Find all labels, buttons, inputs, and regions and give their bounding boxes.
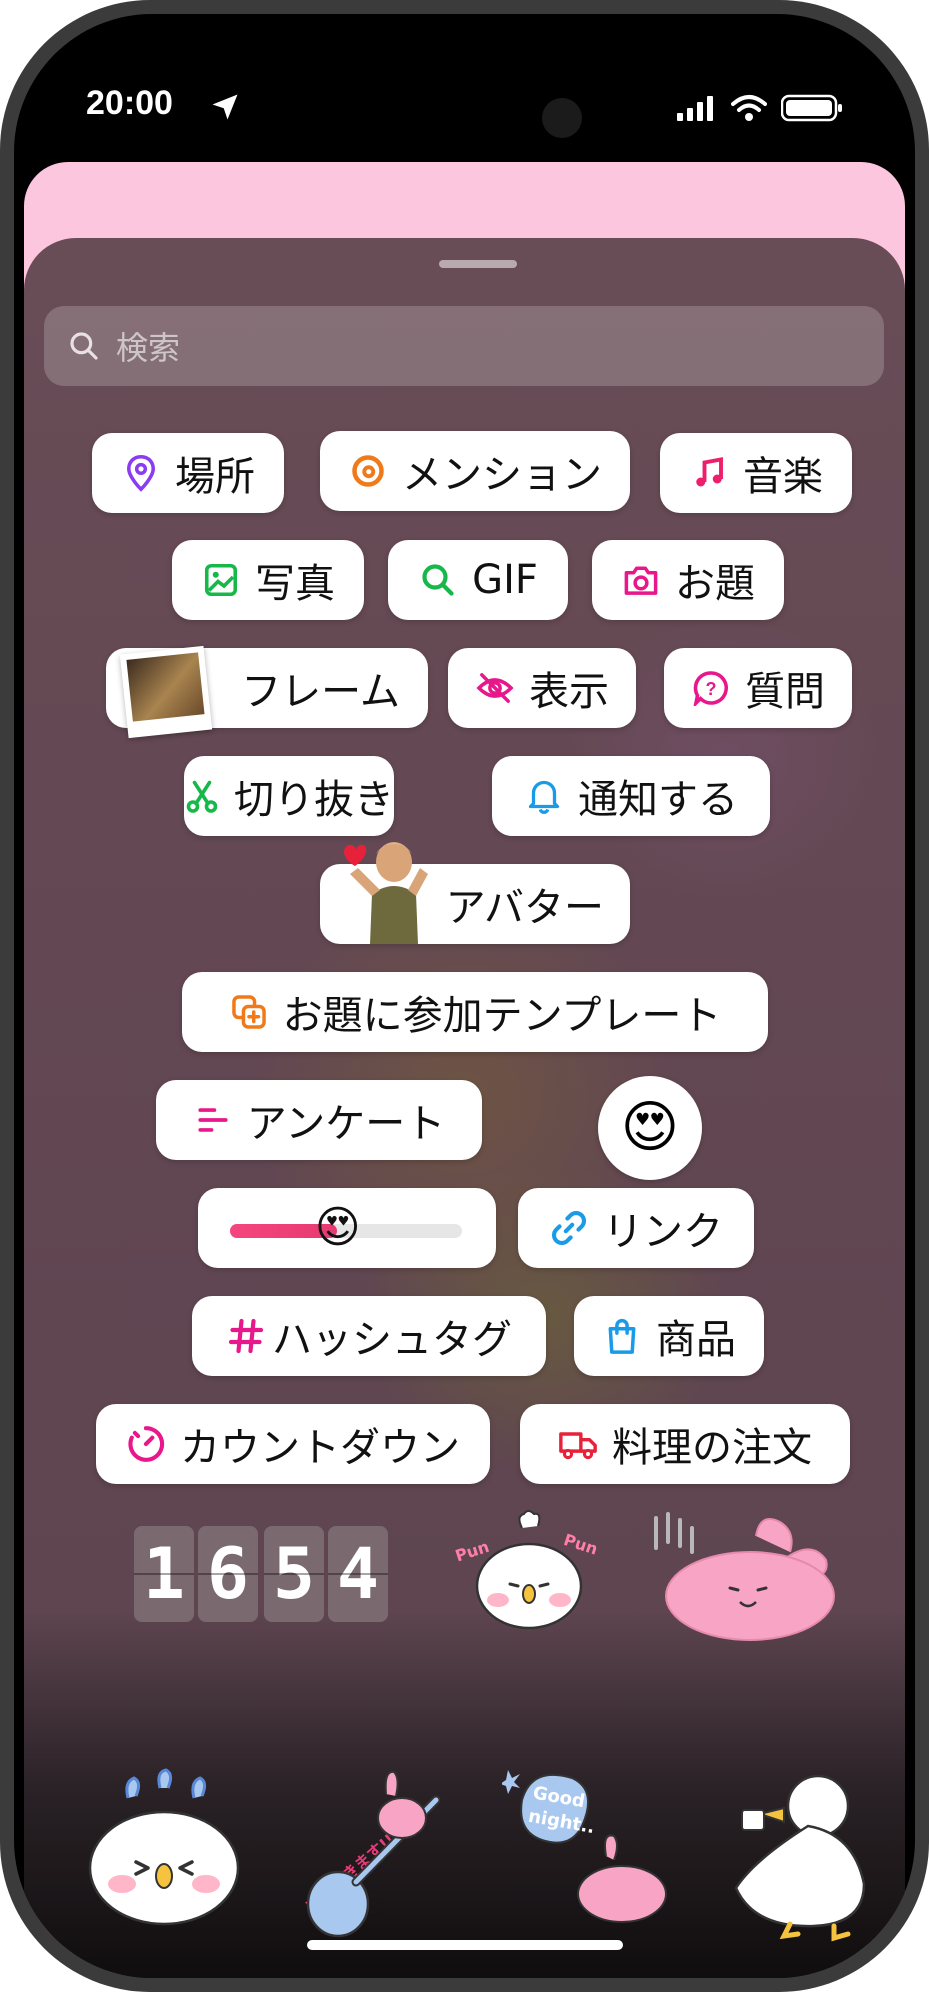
question-bubble-icon: ? bbox=[691, 668, 731, 708]
reveal-label: 表示 bbox=[529, 669, 609, 715]
sticker-sheet: 検索 場所 メンション 音楽 写真 GIF お題 フレーム 表示 ? 質問 切り… bbox=[24, 238, 905, 1978]
clock-digit: 4 bbox=[328, 1526, 388, 1622]
puff-character-sticker[interactable]: Pun Pun bbox=[444, 1508, 614, 1638]
gif-sticker[interactable]: GIF bbox=[388, 540, 568, 620]
poll-label: アンケート bbox=[246, 1101, 446, 1147]
search-bar[interactable]: 検索 bbox=[44, 306, 884, 386]
poll-lines-icon bbox=[193, 1100, 233, 1140]
hashtag-icon bbox=[226, 1316, 266, 1356]
link-icon bbox=[549, 1208, 589, 1248]
add-template-icon bbox=[229, 992, 269, 1032]
eye-off-icon bbox=[475, 668, 515, 708]
frame-photo-thumbnail bbox=[119, 645, 213, 739]
search-icon bbox=[70, 332, 98, 360]
threads-icon bbox=[348, 451, 388, 491]
cutout-label: 切り抜き bbox=[234, 777, 394, 823]
prompt-label: お題 bbox=[675, 561, 755, 607]
clock-digit: 1 bbox=[134, 1526, 194, 1622]
search-icon bbox=[418, 560, 458, 600]
front-camera bbox=[542, 98, 582, 138]
prompt-sticker[interactable]: お題 bbox=[592, 540, 784, 620]
product-label: 商品 bbox=[656, 1317, 736, 1363]
bunny-spoon-sticker[interactable]: いただきます!! bbox=[286, 1764, 466, 1944]
mention-sticker[interactable]: メンション bbox=[320, 431, 630, 511]
photo-label: 写真 bbox=[255, 561, 335, 607]
questions-label: 質問 bbox=[745, 669, 825, 715]
photo-sticker[interactable]: 写真 bbox=[172, 540, 364, 620]
questions-sticker[interactable]: ? 質問 bbox=[664, 648, 852, 728]
battery-icon bbox=[780, 94, 843, 126]
flip-clock-hours[interactable]: 1 6 bbox=[134, 1526, 258, 1622]
countdown-sticker[interactable]: カウントダウン bbox=[96, 1404, 490, 1484]
camera-icon bbox=[621, 560, 661, 600]
product-sticker[interactable]: 商品 bbox=[574, 1296, 764, 1376]
scissors-icon bbox=[184, 776, 220, 816]
emoji-reaction-glyph: 😍 bbox=[620, 1095, 680, 1160]
delivery-truck-icon bbox=[558, 1424, 598, 1464]
wifi-icon bbox=[731, 94, 767, 126]
hashtag-sticker[interactable]: ハッシュタグ bbox=[192, 1296, 546, 1376]
flip-clock-minutes[interactable]: 5 4 bbox=[264, 1526, 388, 1622]
screen: 20:00 検索 場所 メンション 音楽 写真 GIF お題 フレーム 表示 ?… bbox=[14, 14, 915, 1978]
map-pin-icon bbox=[121, 453, 161, 493]
duck-sticker[interactable] bbox=[714, 1764, 884, 1944]
signal-icon bbox=[677, 95, 717, 125]
clock-digit: 5 bbox=[264, 1526, 324, 1622]
svg-text:Pun: Pun bbox=[561, 1530, 600, 1559]
sweating-character-sticker[interactable] bbox=[84, 1768, 244, 1928]
status-time: 20:00 bbox=[86, 84, 173, 122]
countdown-label: カウントダウン bbox=[180, 1425, 460, 1471]
poll-sticker[interactable]: アンケート bbox=[156, 1080, 482, 1160]
clock-digit: 6 bbox=[198, 1526, 258, 1622]
svg-text:?: ? bbox=[706, 679, 717, 699]
location-sticker[interactable]: 場所 bbox=[92, 433, 284, 513]
avatar-label: アバター bbox=[445, 885, 604, 931]
goodnight-bunny-sticker[interactable]: Good night.. bbox=[500, 1760, 682, 1940]
pink-bunny-sticker[interactable] bbox=[640, 1512, 836, 1642]
music-label: 音楽 bbox=[743, 454, 823, 500]
notify-label: 通知する bbox=[578, 777, 738, 823]
reveal-sticker[interactable]: 表示 bbox=[448, 648, 636, 728]
bell-icon bbox=[524, 776, 564, 816]
phone-frame: 20:00 検索 場所 メンション 音楽 写真 GIF お題 フレーム 表示 ?… bbox=[0, 0, 929, 1992]
notify-sticker[interactable]: 通知する bbox=[492, 756, 770, 836]
emoji-reaction-sticker[interactable]: 😍 bbox=[598, 1076, 702, 1180]
music-note-icon bbox=[689, 453, 729, 493]
timer-icon bbox=[126, 1424, 166, 1464]
emoji-slider-sticker[interactable]: 😍 bbox=[198, 1188, 496, 1268]
shopping-bag-icon bbox=[602, 1316, 642, 1356]
music-sticker[interactable]: 音楽 bbox=[660, 433, 852, 513]
add-yours-template-label: お題に参加テンプレート bbox=[282, 993, 722, 1039]
avatar-character-image bbox=[336, 834, 432, 944]
location-arrow-icon bbox=[210, 92, 240, 126]
food-order-label: 料理の注文 bbox=[612, 1425, 812, 1471]
image-icon bbox=[201, 560, 241, 600]
sheet-grabber[interactable] bbox=[439, 260, 517, 268]
search-placeholder: 検索 bbox=[116, 329, 181, 367]
slider-emoji-handle[interactable]: 😍 bbox=[315, 1202, 361, 1254]
mention-label: メンション bbox=[402, 452, 602, 498]
add-yours-template-sticker[interactable]: お題に参加テンプレート bbox=[182, 972, 768, 1052]
location-label: 場所 bbox=[175, 454, 255, 500]
status-icons bbox=[677, 94, 843, 126]
hashtag-label: ハッシュタグ bbox=[272, 1317, 512, 1363]
home-indicator[interactable] bbox=[307, 1940, 623, 1950]
frame-label: フレーム bbox=[241, 669, 400, 715]
link-label: リンク bbox=[603, 1209, 723, 1255]
gif-label: GIF bbox=[472, 557, 538, 603]
cutout-sticker[interactable]: 切り抜き bbox=[184, 756, 394, 836]
food-order-sticker[interactable]: 料理の注文 bbox=[520, 1404, 850, 1484]
link-sticker[interactable]: リンク bbox=[518, 1188, 754, 1268]
